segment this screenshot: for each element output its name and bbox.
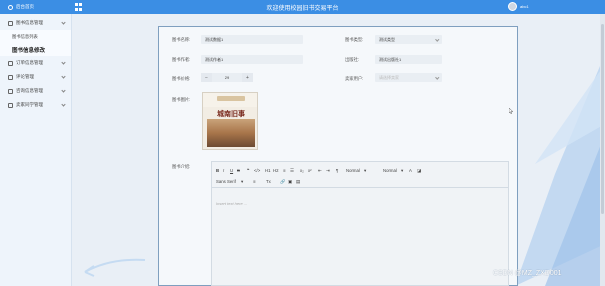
chevron-down-icon	[61, 60, 66, 65]
image-button[interactable]: ▣	[288, 179, 292, 185]
subscript-button[interactable]: x₂	[300, 168, 304, 173]
author-label: 图书作者:	[172, 57, 191, 62]
sidebar-item-label: 订单信息管理	[16, 60, 43, 65]
decrement-button[interactable]: −	[201, 73, 212, 82]
cover-badge	[217, 96, 245, 101]
sidebar-item-sellers[interactable]: 卖家同学管理	[0, 98, 71, 112]
sidebar: 图书信息管理 图书信息列表 图书信息修改 订单信息管理 评论管理 咨询信息管理 …	[0, 14, 72, 286]
bullet-list-button[interactable]: ☰	[290, 168, 294, 174]
page-scrollbar[interactable]	[600, 14, 605, 286]
cover-illustration	[207, 119, 255, 147]
italic-button[interactable]: I	[223, 168, 224, 173]
order-icon	[8, 60, 13, 66]
avatar	[508, 2, 517, 11]
username: abc1	[520, 4, 529, 9]
sidebar-subitem-book-edit[interactable]: 图书信息修改	[0, 43, 71, 56]
indent-button[interactable]: ⇥	[326, 168, 330, 174]
user-menu[interactable]: abc1	[508, 2, 529, 11]
seller-label: 卖家用户:	[345, 76, 364, 81]
sidebar-item-orders[interactable]: 订单信息管理	[0, 56, 71, 70]
price-stepper[interactable]: − 29 +	[201, 73, 253, 82]
increment-button[interactable]: +	[242, 73, 253, 82]
type-select-value: 测试类型	[379, 36, 395, 42]
outdent-button[interactable]: ⇤	[318, 168, 322, 174]
top-header: 后台首页 欢迎使用校园旧书交易平台 abc1	[0, 0, 605, 14]
seller-select-placeholder: 请选择卖家	[379, 74, 399, 80]
sidebar-item-label: 图书信息管理	[16, 20, 43, 25]
h2-button[interactable]: H2	[273, 168, 279, 173]
chevron-down-icon[interactable]: ▾	[401, 168, 403, 174]
price-label: 图书价格:	[172, 76, 191, 81]
font-select[interactable]: Sans Serif	[216, 179, 236, 184]
type-select[interactable]: 测试类型	[375, 35, 442, 44]
chevron-down-icon	[434, 75, 439, 80]
chevron-down-icon	[434, 37, 439, 42]
cover-image[interactable]: 城南旧事	[202, 92, 258, 150]
bold-button[interactable]: B	[216, 168, 219, 173]
user-icon	[8, 102, 13, 108]
intro-label: 图书介绍:	[172, 164, 191, 169]
clear-format-button[interactable]: Tx	[266, 179, 271, 184]
sidebar-item-comments[interactable]: 评论管理	[0, 70, 71, 84]
name-input[interactable]: 测试数据1	[201, 35, 303, 44]
size-select[interactable]: Normal	[346, 168, 360, 173]
chevron-down-icon[interactable]: ▾	[364, 168, 366, 174]
scrollbar-thumb[interactable]	[601, 24, 604, 214]
chat-icon	[8, 88, 13, 94]
background-swoosh	[84, 258, 146, 277]
book-icon	[8, 20, 13, 26]
price-value[interactable]: 29	[212, 73, 242, 82]
publisher-input[interactable]: 测试出版社1	[375, 55, 442, 64]
cover-label: 图书图片:	[172, 97, 191, 102]
header-select[interactable]: Normal	[383, 168, 397, 173]
sidebar-item-book-info[interactable]: 图书信息管理	[0, 16, 71, 30]
chevron-down-icon	[61, 74, 66, 79]
h1-button[interactable]: H1	[265, 168, 271, 173]
align-button[interactable]: ≡	[253, 179, 256, 184]
background-color-button[interactable]: ◪	[417, 168, 421, 174]
link-button[interactable]: 🔗	[280, 179, 285, 185]
rich-text-editor: B I U S ❝ </> H1 H2 ≡ ☰ x₂ x² ⇤ ⇥ ¶ Norm…	[211, 161, 509, 286]
author-input[interactable]: 测试作者1	[201, 55, 303, 64]
direction-button[interactable]: ¶	[336, 168, 338, 173]
type-label: 图书类型:	[345, 37, 364, 42]
sidebar-item-label: 卖家同学管理	[16, 102, 43, 107]
strike-button[interactable]: S	[237, 168, 240, 173]
cover-title: 城南旧事	[217, 109, 245, 118]
chevron-down-icon	[61, 102, 66, 107]
chevron-down-icon	[61, 88, 66, 93]
sidebar-item-label: 咨询信息管理	[16, 88, 43, 93]
editor-toolbar: B I U S ❝ </> H1 H2 ≡ ☰ x₂ x² ⇤ ⇥ ¶ Norm…	[212, 162, 508, 188]
sidebar-subitem-book-list[interactable]: 图书信息列表	[0, 30, 71, 43]
seller-select[interactable]: 请选择卖家	[375, 73, 442, 82]
superscript-button[interactable]: x²	[308, 168, 312, 173]
chevron-down-icon	[61, 20, 66, 25]
ordered-list-button[interactable]: ≡	[283, 168, 286, 173]
publisher-label: 出版社:	[345, 57, 360, 62]
mouse-cursor-icon	[509, 108, 513, 114]
name-label: 图书名称:	[172, 37, 191, 42]
sidebar-item-consult[interactable]: 咨询信息管理	[0, 84, 71, 98]
editor-placeholder[interactable]: Insert text here ...	[216, 201, 247, 206]
video-button[interactable]: ▤	[296, 179, 300, 185]
quote-button[interactable]: ❝	[247, 168, 249, 174]
sidebar-item-label: 评论管理	[16, 74, 34, 79]
chevron-down-icon[interactable]: ▾	[241, 179, 243, 185]
underline-button[interactable]: U	[230, 168, 233, 173]
code-button[interactable]: </>	[254, 168, 260, 173]
comment-icon	[8, 74, 13, 80]
watermark: CSDN @MZ_ZXD001	[493, 270, 562, 277]
text-color-button[interactable]: A	[409, 168, 412, 173]
